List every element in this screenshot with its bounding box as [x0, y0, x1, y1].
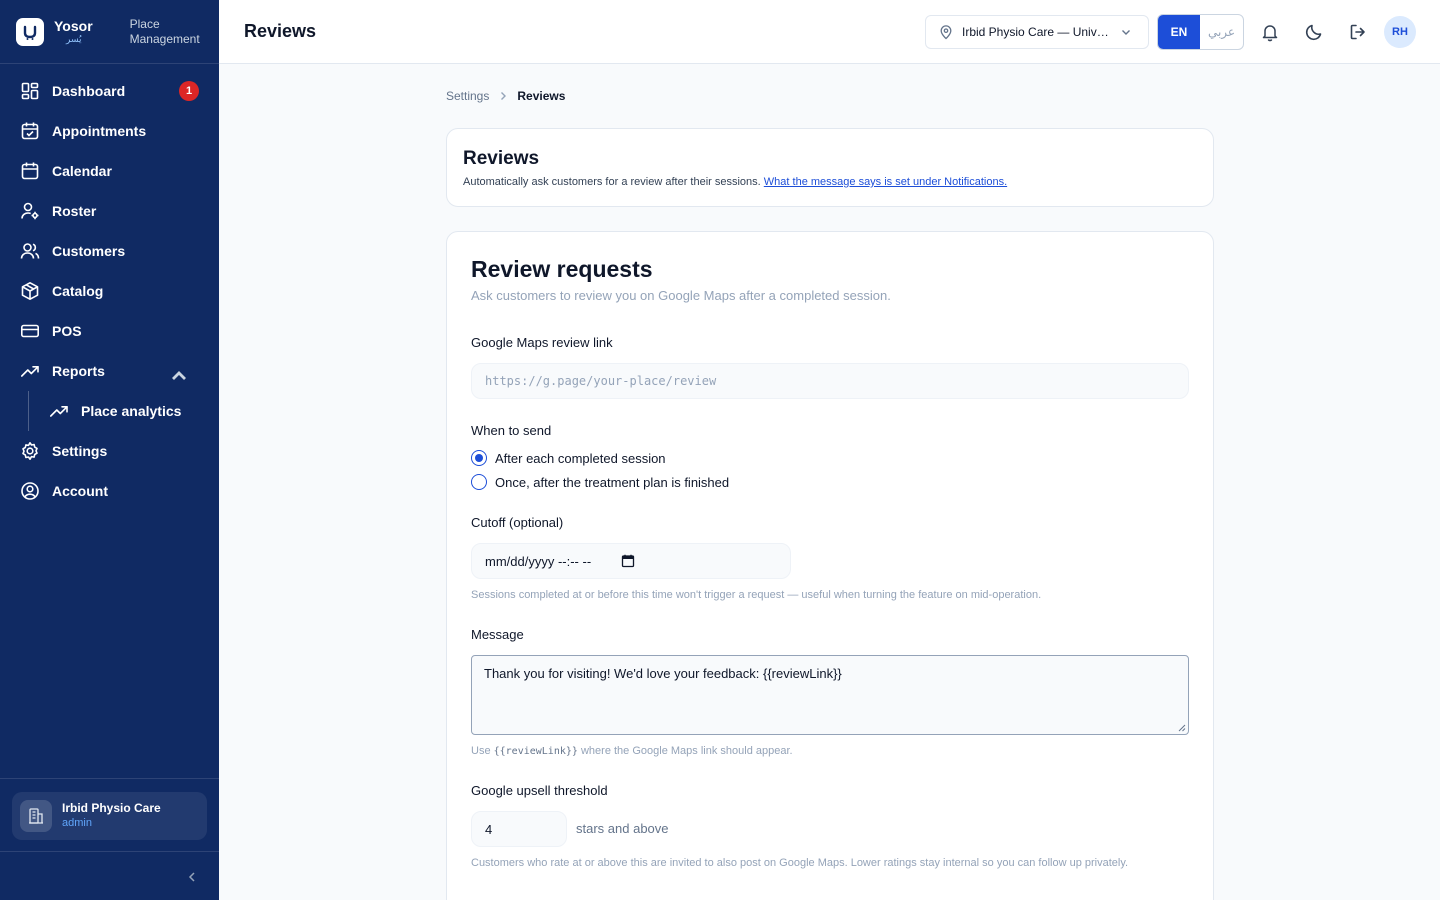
review-link-token: {{reviewLink}}	[493, 746, 578, 757]
threshold-input[interactable]: 4	[471, 811, 567, 847]
brand-subtitle: Place Management	[129, 16, 200, 46]
threshold-value: 4	[485, 821, 493, 837]
cutoff-label: Cutoff (optional)	[471, 515, 564, 530]
review-link-input[interactable]: https://g.page/your-place/review	[471, 363, 1189, 399]
sidebar-item-appointments[interactable]: Appointments	[0, 111, 219, 151]
brand-name-arabic: يُسر	[66, 34, 82, 44]
user-cog-icon	[21, 202, 39, 220]
trending-up-icon	[50, 406, 68, 417]
cutoff-placeholder: mm/dd/yyyy --:-- --	[485, 553, 592, 569]
lang-en-button[interactable]: EN	[1158, 15, 1200, 49]
cutoff-datetime-input[interactable]: mm/dd/yyyy --:-- --	[471, 543, 791, 579]
language-toggle: EN عربي	[1157, 14, 1244, 50]
top-header: Reviews Irbid Physio Care — University S…	[219, 0, 1440, 64]
sidebar-item-label: Roster	[52, 203, 97, 219]
sidebar-item-catalog[interactable]: Catalog	[0, 271, 219, 311]
sidebar-item-dashboard[interactable]: Dashboard 1	[0, 71, 219, 111]
sidebar-item-label: Account	[52, 483, 108, 499]
sidebar-item-place-analytics[interactable]: Place analytics	[0, 391, 219, 431]
breadcrumb-settings[interactable]: Settings	[446, 89, 489, 103]
sidebar-item-label: Settings	[52, 443, 108, 459]
users-icon	[20, 243, 40, 259]
reviews-intro-card: Reviews Automatically ask customers for …	[446, 128, 1214, 207]
avatar[interactable]: RH	[1384, 16, 1416, 48]
map-pin-icon	[940, 25, 952, 40]
sidebar: Yosor يُسر Place Management Dashboard 1 …	[0, 0, 219, 900]
calendar-picker-icon[interactable]	[621, 554, 635, 568]
page-title: Reviews	[244, 21, 317, 41]
radio-button[interactable]	[471, 474, 487, 490]
section-title: Review requests	[471, 256, 653, 282]
user-circle-icon	[21, 482, 39, 500]
bell-icon[interactable]	[1260, 22, 1280, 42]
radio-after-each-session[interactable]: After each completed session	[471, 450, 666, 466]
breadcrumb-current: Reviews	[517, 89, 566, 103]
chevron-down-icon	[1122, 30, 1130, 35]
review-requests-card: Review requests Ask customers to review …	[446, 231, 1214, 900]
review-link-label: Google Maps review link	[471, 335, 613, 350]
lang-ar-button[interactable]: عربي	[1200, 15, 1243, 49]
sidebar-item-label: Calendar	[52, 163, 112, 179]
message-value: Thank you for visiting! We'd love your f…	[484, 666, 842, 681]
message-help: Use {{reviewLink}} where the Google Maps…	[471, 745, 793, 757]
message-textarea[interactable]: Thank you for visiting! We'd love your f…	[471, 655, 1189, 735]
sidebar-item-account[interactable]: Account	[0, 471, 219, 511]
moon-icon[interactable]	[1304, 22, 1324, 42]
sidebar-item-label: Catalog	[52, 283, 104, 299]
sidebar-item-label: Appointments	[52, 123, 147, 139]
place-selector[interactable]: Irbid Physio Care — University Street	[925, 15, 1149, 49]
notification-badge: 1	[179, 81, 199, 101]
sidebar-item-pos[interactable]: POS	[0, 311, 219, 351]
intro-description: Automatically ask customers for a review…	[463, 176, 1008, 188]
logout-icon[interactable]	[1348, 22, 1368, 42]
sidebar-footer: Irbid Physio Care admin	[0, 778, 219, 900]
intro-title: Reviews	[463, 148, 540, 169]
chevron-up-icon[interactable]	[169, 366, 189, 386]
sidebar-item-reports[interactable]: Reports	[0, 351, 219, 391]
section-subtitle: Ask customers to review you on Google Ma…	[471, 288, 891, 303]
breadcrumb: Settings Reviews	[446, 89, 565, 103]
sidebar-item-roster[interactable]: Roster	[0, 191, 219, 231]
logo-icon	[16, 17, 44, 46]
trending-up-icon	[21, 366, 39, 377]
message-label: Message	[471, 627, 524, 642]
place-name: Irbid Physio Care	[62, 801, 161, 815]
sidebar-item-label: Place analytics	[81, 403, 182, 419]
sidebar-item-customers[interactable]: Customers	[0, 231, 219, 271]
brand: Yosor يُسر Place Management	[0, 0, 219, 64]
notifications-link[interactable]: What the message says is set under Notif…	[764, 176, 1007, 188]
sidebar-item-calendar[interactable]: Calendar	[0, 151, 219, 191]
chevron-left-icon[interactable]	[187, 871, 197, 883]
place-selector-label: Irbid Physio Care — University Street	[962, 25, 1114, 39]
sidebar-item-label: Dashboard	[52, 83, 126, 99]
cutoff-help: Sessions completed at or before this tim…	[471, 589, 1042, 601]
brand-name: Yosor	[54, 18, 93, 34]
collapse-row	[0, 851, 219, 900]
sidebar-item-label: Reports	[52, 363, 105, 379]
dashboard-icon	[21, 82, 39, 100]
threshold-suffix: stars and above	[576, 821, 669, 836]
calendar-check-icon	[21, 122, 39, 140]
radio-label: Once, after the treatment plan is finish…	[495, 474, 730, 490]
sidebar-nav: Dashboard 1 Appointments Calendar Roster…	[0, 64, 219, 511]
sidebar-item-label: Customers	[52, 243, 126, 259]
user-role: admin	[62, 817, 92, 829]
calendar-icon	[21, 162, 39, 180]
threshold-label: Google upsell threshold	[471, 783, 608, 798]
radio-button[interactable]	[471, 450, 487, 466]
sidebar-item-label: POS	[52, 323, 82, 339]
threshold-help: Customers who rate at or above this are …	[471, 857, 1129, 869]
when-to-send-label: When to send	[471, 423, 552, 438]
chevron-right-icon	[501, 92, 507, 100]
resize-handle-icon[interactable]	[1178, 724, 1186, 732]
radio-after-plan-finished[interactable]: Once, after the treatment plan is finish…	[471, 474, 729, 490]
building-icon	[20, 800, 52, 832]
gear-icon	[22, 442, 38, 460]
sidebar-item-settings[interactable]: Settings	[0, 431, 219, 471]
credit-card-icon	[20, 324, 39, 338]
radio-label: After each completed session	[495, 450, 666, 466]
review-link-placeholder: https://g.page/your-place/review	[485, 374, 717, 388]
package-icon	[21, 282, 39, 300]
current-place-card[interactable]: Irbid Physio Care admin	[12, 792, 207, 840]
